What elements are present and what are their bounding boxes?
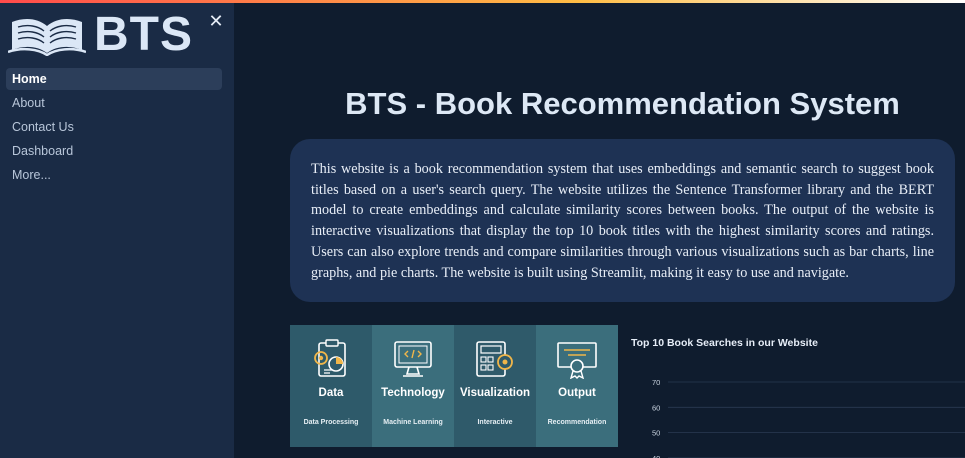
computer-icon [394,341,432,377]
open-book-icon [8,18,86,56]
close-icon: ✕ [208,11,224,31]
card-subtitle: Machine Learning [383,419,443,426]
card-label: Technology [381,387,445,399]
close-sidebar-button[interactable]: ✕ [206,11,226,31]
y-tick-label: 40 [652,454,660,458]
feature-cards: Data Data Processing Technology Machine … [290,325,618,447]
top-searches-chart[interactable]: 70 60 50 40 [640,370,965,458]
card-data: Data Data Processing [290,325,372,447]
certificate-icon [557,342,597,379]
description-panel: This website is a book recommendation sy… [290,139,955,302]
card-label: Visualization [459,387,531,399]
y-tick-label: 50 [652,429,660,438]
logo-text: BTS [94,8,193,61]
card-technology: Technology Machine Learning [372,325,454,447]
data-processing-icon [314,339,346,377]
y-tick-label: 70 [652,378,660,387]
card-label: Output [558,387,596,399]
card-subtitle: Recommendation [547,419,607,426]
description-text: This website is a book recommendation sy… [311,161,934,281]
card-visualization: Visualization Interactive [454,325,536,447]
nav-item-dashboard[interactable]: Dashboard [6,140,222,162]
chart-title: Top 10 Book Searches in our Website [631,337,818,349]
nav-item-home[interactable]: Home [6,68,222,90]
sidebar-nav: Home About Contact Us Dashboard More... [6,68,222,188]
card-subtitle: Data Processing [303,419,359,426]
page-title: BTS - Book Recommendation System [345,86,900,121]
logo: BTS [8,11,193,59]
card-label: Data [318,387,344,399]
sidebar: BTS ✕ Home About Contact Us Dashboard Mo… [0,3,234,458]
y-tick-label: 60 [652,403,660,412]
dashboard-icon [476,341,513,377]
card-subtitle: Interactive [477,419,513,426]
nav-item-about[interactable]: About [6,92,222,114]
nav-item-more[interactable]: More... [6,164,222,186]
nav-item-contact-us[interactable]: Contact Us [6,116,222,138]
card-output: Output Recommendation [536,325,618,447]
